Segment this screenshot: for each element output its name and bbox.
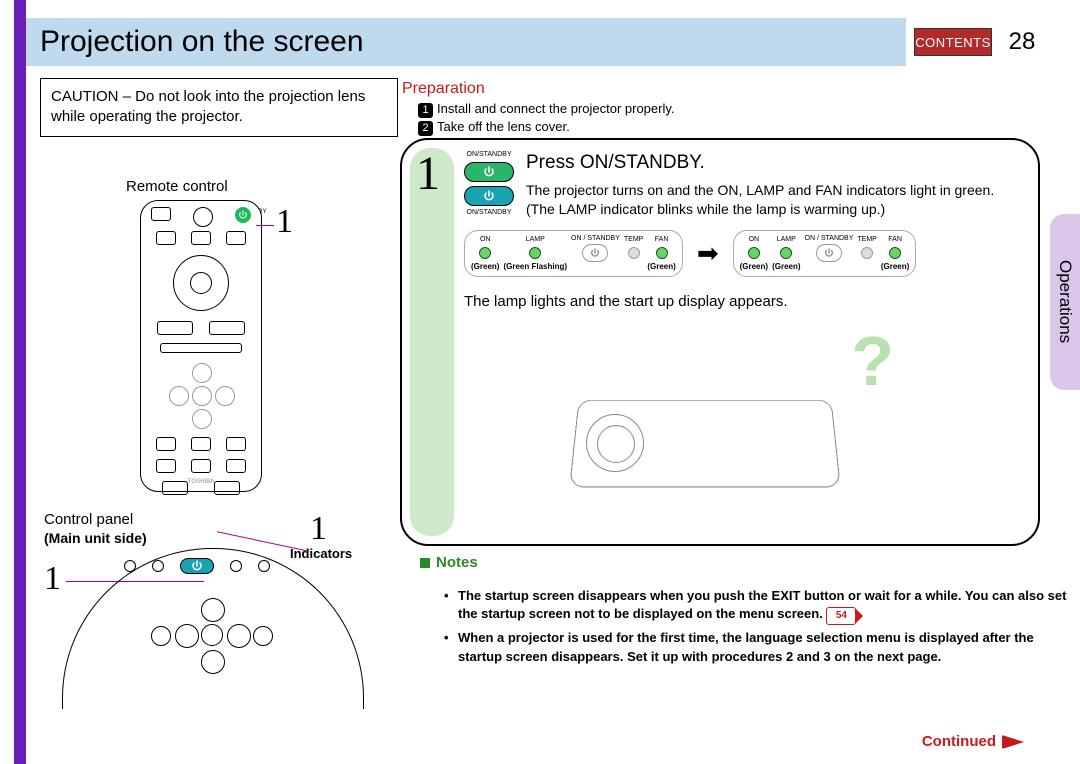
onstandby-icon-label: ON/STANDBY (467, 208, 512, 218)
power-icon (180, 558, 214, 574)
continued-indicator: Continued (922, 733, 1024, 750)
remote-control-label: Remote control (126, 178, 228, 195)
callout-line (256, 225, 274, 226)
caution-box: CAUTION – Do not look into the projectio… (40, 78, 398, 137)
onstandby-icon-label: ON/STANDBY (467, 150, 512, 160)
callout-number-panel-b: 1 (44, 560, 61, 598)
remote-brand-label: TOSHIBA (141, 479, 261, 485)
notes-list: The startup screen disappears when you p… (400, 587, 1080, 670)
question-mark-icon: ? (851, 312, 894, 410)
panel-dpad (90, 600, 334, 690)
left-accent-bar (14, 0, 26, 764)
step-body-1: The projector turns on and the ON, LAMP … (526, 181, 1024, 201)
page-title: Projection on the screen (26, 18, 906, 66)
power-icon (464, 162, 514, 182)
contents-button[interactable]: CONTENTS (914, 28, 992, 56)
note-item-2: When a projector is used for the first t… (440, 629, 1080, 666)
page-xref-link[interactable]: 54 (826, 607, 856, 625)
step-number: 1 (416, 146, 440, 201)
step-box: 1 ON/STANDBY ON/STANDBY Press ON/STANDBY… (400, 138, 1040, 546)
control-panel-label: Control panel (44, 511, 133, 528)
preparation-heading: Preparation (402, 80, 485, 98)
callout-number-panel-a: 1 (310, 510, 327, 548)
panel-led-row (124, 558, 270, 574)
callout-number-remote: 1 (276, 203, 293, 241)
indicator-diagram: ON(Green) LAMP(Green Flashing) ON / STAN… (464, 230, 1024, 277)
remote-control-illustration: TOSHIBA (140, 200, 262, 492)
power-icon (235, 207, 251, 223)
preparation-item-2: 2Take off the lens cover. (418, 118, 570, 136)
step-heading: Press ON/STANDBY. (526, 150, 1024, 177)
main-unit-side-label: (Main unit side) (44, 530, 147, 546)
projector-illustration: ? (534, 332, 954, 502)
operations-section-tab[interactable]: Operations (1050, 214, 1080, 390)
power-icon (464, 186, 514, 206)
notes-heading: Notes (420, 554, 478, 571)
note-item-1: The startup screen disappears when you p… (440, 587, 1080, 625)
preparation-item-1: 1Install and connect the projector prope… (418, 100, 675, 118)
continued-arrow-icon (1002, 735, 1024, 749)
page-number: 28 (1000, 24, 1044, 60)
startup-text: The lamp lights and the start up display… (464, 291, 1024, 312)
step-body-2: (The LAMP indicator blinks while the lam… (526, 200, 1024, 220)
arrow-right-icon: ➡ (697, 235, 719, 271)
